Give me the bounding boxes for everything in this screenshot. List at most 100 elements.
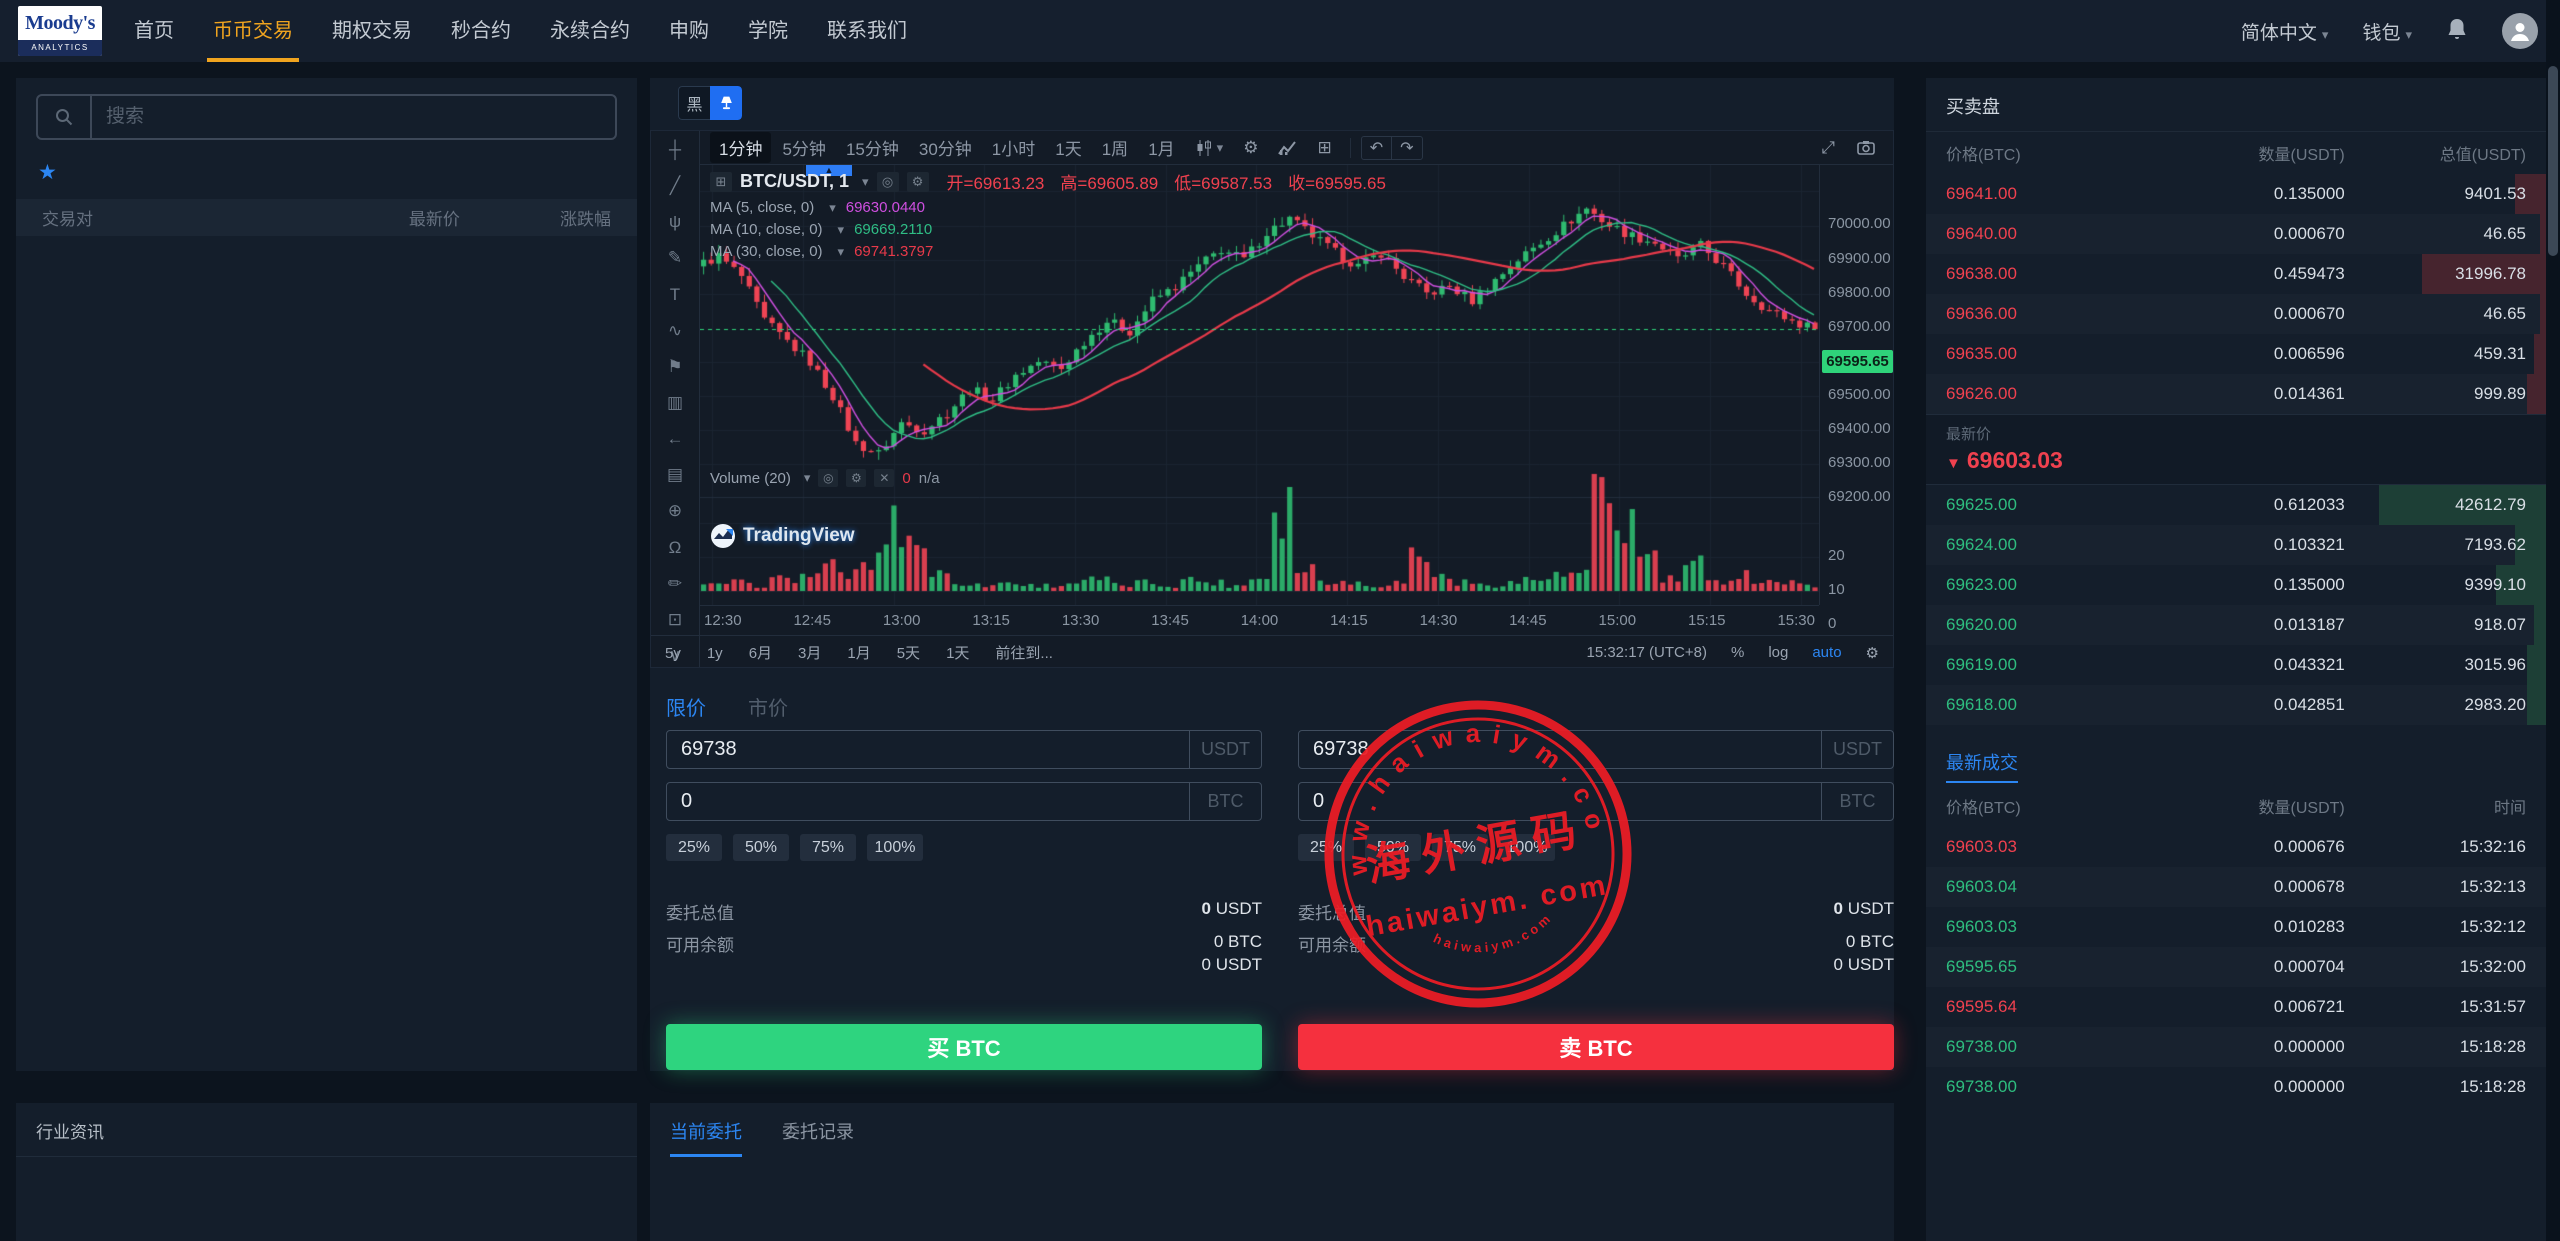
nav-item[interactable]: 秒合约 <box>451 0 511 62</box>
range-button[interactable]: 1天 <box>946 645 969 662</box>
percent-button[interactable]: 75% <box>1432 834 1488 861</box>
buy-amount-input[interactable] <box>667 783 1189 820</box>
draw-tool-icon[interactable]: ▤ <box>660 464 690 486</box>
scrollbar-thumb[interactable] <box>2548 66 2558 256</box>
nav-item[interactable]: 币币交易 <box>207 0 299 62</box>
draw-tool-icon[interactable]: ← <box>660 428 690 450</box>
range-button[interactable]: 3月 <box>798 645 821 662</box>
snapshot-camera-icon[interactable] <box>1849 140 1883 155</box>
page-scrollbar[interactable] <box>2546 0 2560 1241</box>
clock-label[interactable]: 15:32:17 (UTC+8) <box>1586 644 1706 661</box>
redo-icon[interactable]: ↷ <box>1391 136 1421 159</box>
nav-item[interactable]: 联系我们 <box>827 0 907 62</box>
time-axis[interactable]: 12:30 12:45 13:00 13:15 13:30 13:45 14:00 14:15… <box>700 605 1819 635</box>
notification-bell-icon[interactable] <box>2446 17 2468 46</box>
draw-tool-icon[interactable]: ∿ <box>660 320 690 342</box>
range-button[interactable]: 1月 <box>847 645 870 662</box>
price-axis[interactable]: 69595.65 70000.00 69900.00 69800.00 69700.0… <box>1819 165 1895 632</box>
indicators-icon[interactable] <box>1270 140 1305 156</box>
nav-item[interactable]: 永续合约 <box>550 0 630 62</box>
chart-theme-toggle[interactable]: 黑 <box>678 86 742 120</box>
nav-item[interactable]: 期权交易 <box>332 0 412 62</box>
bid-row[interactable]: 69623.00 0.135000 9399.10 <box>1926 565 2546 605</box>
draw-tool-icon[interactable]: ▥ <box>660 392 690 414</box>
sell-amount-input[interactable] <box>1299 783 1821 820</box>
symbol-eye-icon[interactable]: ◎ <box>876 171 899 192</box>
percent-button[interactable]: 25% <box>666 834 722 861</box>
chevron-down-icon[interactable]: ▾ <box>829 200 836 216</box>
dark-theme-button[interactable]: 黑 <box>678 86 710 120</box>
search-input[interactable] <box>92 96 615 138</box>
bid-row[interactable]: 69625.00 0.612033 42612.79 <box>1926 485 2546 525</box>
ask-row[interactable]: 69640.00 0.000670 46.65 <box>1926 214 2546 254</box>
percent-button[interactable]: 50% <box>733 834 789 861</box>
volume-eye-icon[interactable]: ◎ <box>818 469 839 487</box>
symbol-gear-icon[interactable]: ⚙ <box>906 171 929 192</box>
symbol-menu-icon[interactable]: ⊞ <box>710 171 732 192</box>
nav-item[interactable]: 申购 <box>669 0 709 62</box>
range-button[interactable]: 5天 <box>897 645 920 662</box>
log-scale-button[interactable]: log <box>1768 644 1788 661</box>
range-button[interactable]: 5y <box>665 645 681 662</box>
draw-tool-icon[interactable]: ⊕ <box>660 500 690 522</box>
range-button[interactable]: 1y <box>707 645 723 662</box>
chevron-down-icon[interactable]: ▾ <box>862 174 869 190</box>
candle-style-icon[interactable]: ▾ <box>1188 139 1232 157</box>
draw-tool-icon[interactable]: ψ <box>660 211 690 233</box>
bid-row[interactable]: 69618.00 0.042851 2983.20 <box>1926 685 2546 725</box>
volume-gear-icon[interactable]: ⚙ <box>846 469 867 487</box>
range-button[interactable]: 6月 <box>749 645 772 662</box>
percent-button[interactable]: 50% <box>1365 834 1421 861</box>
bid-row[interactable]: 69620.00 0.013187 918.07 <box>1926 605 2546 645</box>
user-avatar[interactable] <box>2502 13 2538 49</box>
interval-button[interactable]: 1天 <box>1046 132 1090 163</box>
draw-tool-icon[interactable]: Ω <box>660 537 690 559</box>
bid-row[interactable]: 69619.00 0.043321 3015.96 <box>1926 645 2546 685</box>
percent-button[interactable]: 25% <box>1298 834 1354 861</box>
draw-tool-icon[interactable]: ┼ <box>660 139 690 161</box>
interval-button[interactable]: 5分钟 <box>773 132 834 163</box>
draw-tool-icon[interactable]: T <box>660 284 690 306</box>
tradingview-attribution[interactable]: TradingView <box>710 523 855 549</box>
draw-tool-icon[interactable]: ✎ <box>660 247 690 269</box>
draw-tool-icon[interactable]: ⚑ <box>660 356 690 378</box>
chevron-down-icon[interactable]: ▾ <box>804 470 811 486</box>
axis-settings-gear-icon[interactable]: ⚙ <box>1866 644 1879 662</box>
ask-row[interactable]: 69635.00 0.006596 459.31 <box>1926 334 2546 374</box>
sell-button[interactable]: 卖 BTC <box>1298 1023 1894 1070</box>
interval-button[interactable]: 1分钟 <box>710 132 772 163</box>
percent-button[interactable]: 100% <box>1499 834 1555 861</box>
ask-row[interactable]: 69638.00 0.459473 31996.78 <box>1926 254 2546 294</box>
favorites-star-icon[interactable]: ★ <box>38 161 57 184</box>
tab-current-orders[interactable]: 当前委托 <box>670 1118 742 1157</box>
sell-price-input[interactable] <box>1299 731 1821 768</box>
ask-row[interactable]: 69641.00 0.135000 9401.53 <box>1926 174 2546 214</box>
tab-order-history[interactable]: 委托记录 <box>782 1118 854 1157</box>
interval-button[interactable]: 15分钟 <box>837 132 908 163</box>
nav-item[interactable]: 首页 <box>134 0 174 62</box>
ask-row[interactable]: 69636.00 0.000670 46.65 <box>1926 294 2546 334</box>
brand-logo[interactable]: Moody's ANALYTICS <box>18 6 102 56</box>
percent-button[interactable]: 75% <box>800 834 856 861</box>
interval-button[interactable]: 1周 <box>1093 132 1137 163</box>
tab-limit-order[interactable]: 限价 <box>666 692 706 721</box>
compare-icon[interactable]: ⊞ <box>1309 138 1339 158</box>
light-theme-button[interactable] <box>710 86 742 120</box>
buy-button[interactable]: 买 BTC <box>666 1023 1262 1070</box>
ask-row[interactable]: 69626.00 0.014361 999.89 <box>1926 374 2546 414</box>
draw-tool-icon[interactable]: ⊡ <box>660 609 690 631</box>
nav-item[interactable]: 学院 <box>748 0 788 62</box>
range-button[interactable]: 前往到... <box>995 645 1053 662</box>
language-dropdown[interactable]: 简体中文 ▾ <box>2241 18 2329 45</box>
bid-row[interactable]: 69624.00 0.103321 7193.62 <box>1926 525 2546 565</box>
chevron-down-icon[interactable]: ▾ <box>838 222 845 238</box>
percent-button[interactable]: 100% <box>867 834 923 861</box>
auto-scale-button[interactable]: auto <box>1812 644 1841 661</box>
tab-market-order[interactable]: 市价 <box>748 692 788 721</box>
draw-tool-icon[interactable]: ╱ <box>660 175 690 197</box>
buy-price-input[interactable] <box>667 731 1189 768</box>
draw-tool-icon[interactable]: ✏ <box>660 573 690 595</box>
interval-button[interactable]: 30分钟 <box>910 132 981 163</box>
chart-settings-gear-icon[interactable]: ⚙ <box>1235 138 1266 158</box>
percent-scale-button[interactable]: % <box>1731 644 1744 661</box>
